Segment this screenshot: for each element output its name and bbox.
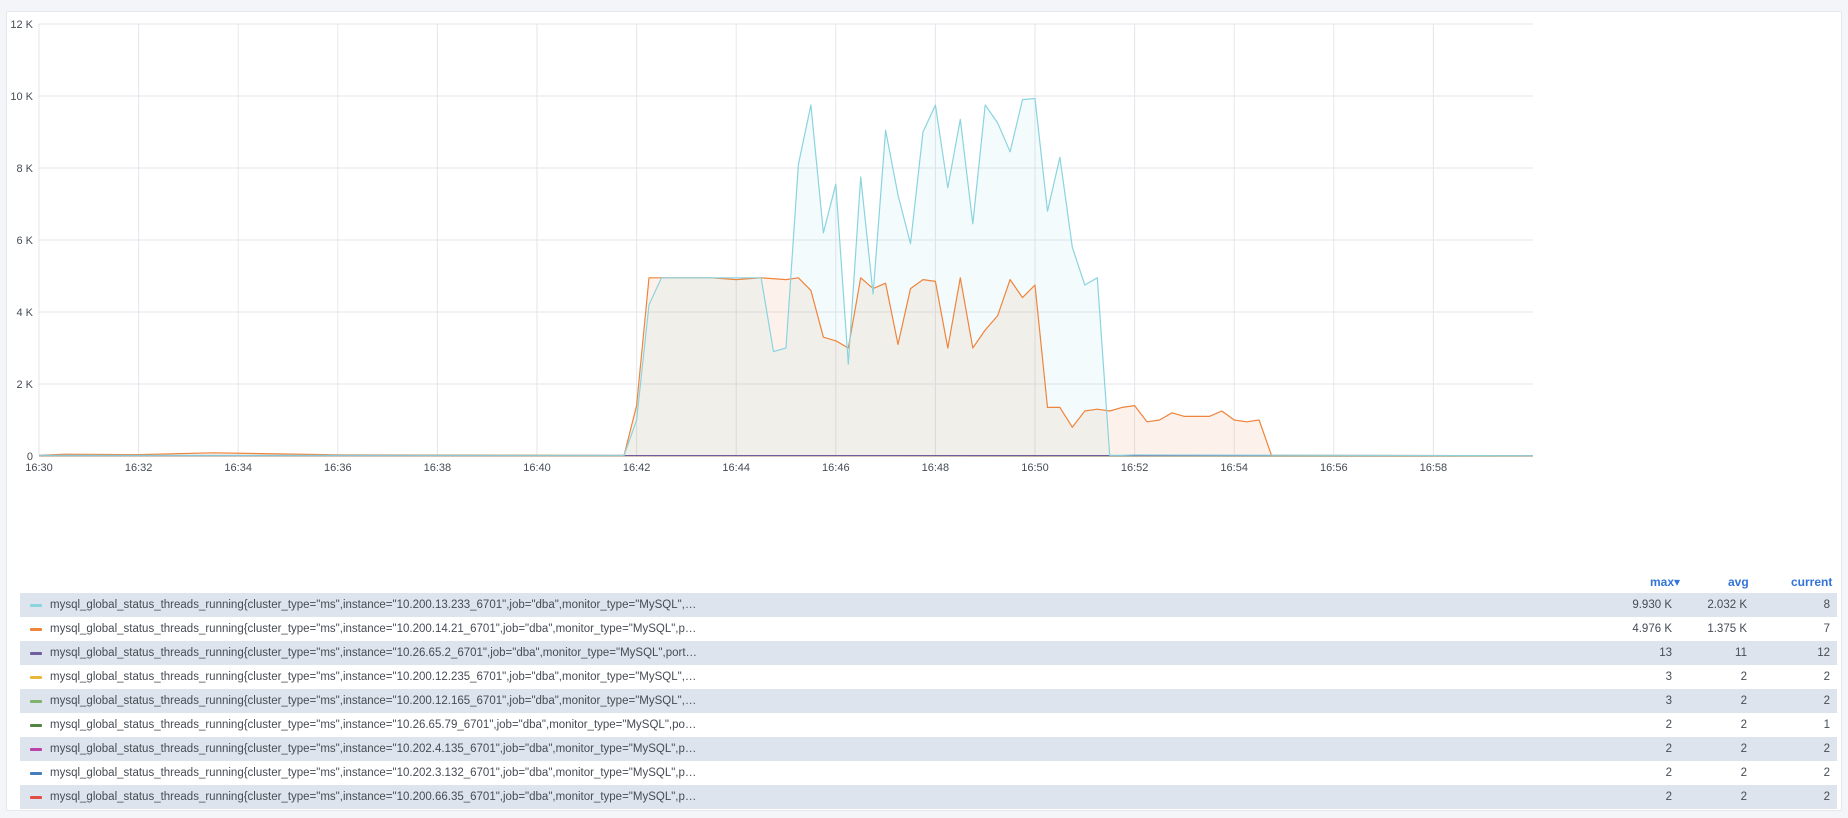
legend-current-value: 7	[1823, 623, 1830, 635]
series-color-swatch[interactable]	[30, 604, 42, 607]
y-tick-label: 2 K	[16, 379, 33, 391]
series-areas	[39, 98, 1533, 456]
legend-header-avg[interactable]: avg	[1728, 575, 1749, 589]
legend-current-value: 1	[1823, 719, 1830, 731]
series-color-swatch[interactable]	[30, 724, 42, 727]
legend-max-value: 2	[1665, 791, 1672, 803]
y-tick-label: 8 K	[16, 163, 33, 175]
x-tick-label: 16:32	[125, 462, 153, 474]
x-tick-label: 16:44	[722, 462, 750, 474]
series-color-swatch[interactable]	[30, 676, 42, 679]
legend-current-value: 2	[1823, 743, 1830, 755]
y-tick-label: 4 K	[16, 307, 33, 319]
legend-series-name[interactable]: mysql_global_status_threads_running{clus…	[50, 737, 700, 761]
legend-current-value: 2	[1823, 791, 1830, 803]
series-color-swatch[interactable]	[30, 628, 42, 631]
legend-series-name[interactable]: mysql_global_status_threads_running{clus…	[50, 617, 700, 641]
x-tick-label: 16:52	[1121, 462, 1149, 474]
legend-max-value: 9.930 K	[1632, 599, 1672, 611]
graph-panel: 02 K4 K6 K8 K 10 K 12 K 16:30 16:32 16:34 16:…	[6, 11, 1842, 811]
x-tick-label: 16:40	[523, 462, 551, 474]
legend-max-value: 2	[1665, 719, 1672, 731]
x-tick-label: 16:36	[324, 462, 352, 474]
legend-row[interactable]: mysql_global_status_threads_running{clus…	[20, 665, 1837, 689]
x-tick-label: 16:50	[1021, 462, 1049, 474]
legend-current-value: 2	[1823, 671, 1830, 683]
legend-row[interactable]: mysql_global_status_threads_running{clus…	[20, 617, 1837, 641]
legend-row[interactable]: mysql_global_status_threads_running{clus…	[20, 641, 1837, 665]
legend-series-name[interactable]: mysql_global_status_threads_running{clus…	[50, 593, 700, 617]
legend-avg-value: 2.032 K	[1707, 599, 1747, 611]
x-tick-label: 16:38	[424, 462, 452, 474]
legend-series-name[interactable]: mysql_global_status_threads_running{clus…	[50, 665, 700, 689]
series-color-swatch[interactable]	[30, 748, 42, 751]
legend-avg-value: 11	[1735, 647, 1747, 659]
legend-avg-value: 2	[1740, 767, 1747, 779]
legend-header-max[interactable]: max▾	[1650, 575, 1680, 589]
legend-row[interactable]: mysql_global_status_threads_running{clus…	[20, 593, 1837, 617]
legend-max-value: 13	[1659, 647, 1672, 659]
y-tick-label: 6 K	[16, 235, 33, 247]
legend-row[interactable]: mysql_global_status_threads_running{clus…	[20, 785, 1837, 809]
series-color-swatch[interactable]	[30, 796, 42, 799]
legend-avg-value: 2	[1740, 695, 1747, 707]
y-axis-ticks: 02 K4 K6 K8 K10 K12 K	[10, 19, 33, 463]
legend-series-name[interactable]: mysql_global_status_threads_running{clus…	[50, 641, 700, 665]
x-tick-label: 16:42	[623, 462, 651, 474]
legend-row[interactable]: mysql_global_status_threads_running{clus…	[20, 713, 1837, 737]
legend-avg-value: 2	[1740, 791, 1747, 803]
legend-row[interactable]: mysql_global_status_threads_running{clus…	[20, 689, 1837, 713]
legend-header-current[interactable]: current	[1791, 575, 1832, 589]
legend-row[interactable]: mysql_global_status_threads_running{clus…	[20, 737, 1837, 761]
x-tick-label: 16:30	[25, 462, 53, 474]
legend-rows: mysql_global_status_threads_running{clus…	[20, 593, 1837, 809]
legend-current-value: 12	[1817, 647, 1830, 659]
legend-header: max▾ avg current	[20, 571, 1837, 593]
series-area-0	[39, 98, 1533, 456]
legend-row[interactable]: mysql_global_status_threads_running{clus…	[20, 761, 1837, 785]
legend-series-name[interactable]: mysql_global_status_threads_running{clus…	[50, 785, 700, 809]
legend-avg-value: 2	[1740, 719, 1747, 731]
legend-avg-value: 1.375 K	[1707, 623, 1747, 635]
legend-current-value: 8	[1823, 599, 1830, 611]
y-tick-label: 12 K	[10, 19, 33, 31]
y-tick-label: 10 K	[10, 91, 33, 103]
x-tick-label: 16:56	[1320, 462, 1348, 474]
legend-max-value: 3	[1665, 671, 1672, 683]
series-color-swatch[interactable]	[30, 772, 42, 775]
x-tick-label: 16:58	[1420, 462, 1448, 474]
legend-max-value: 4.976 K	[1632, 623, 1672, 635]
sort-desc-icon: ▾	[1674, 575, 1681, 589]
legend-table: max▾ avg current mysql_global_status_thr…	[20, 571, 1837, 809]
legend-current-value: 2	[1823, 767, 1830, 779]
series-color-swatch[interactable]	[30, 652, 42, 655]
legend-avg-value: 2	[1740, 743, 1747, 755]
legend-avg-value: 2	[1740, 671, 1747, 683]
threads-running-chart[interactable]: 02 K4 K6 K8 K10 K12 K 16:30 16:32 16:34 16:…	[7, 12, 1843, 567]
series-color-swatch[interactable]	[30, 700, 42, 703]
x-tick-label: 16:54	[1220, 462, 1248, 474]
x-tick-label: 16:46	[822, 462, 850, 474]
legend-max-value: 2	[1665, 743, 1672, 755]
x-axis-ticks: 16:30 16:32 16:34 16:36 16:38 16:40 16:42 16:44…	[25, 462, 1447, 474]
legend-series-name[interactable]: mysql_global_status_threads_running{clus…	[50, 761, 700, 785]
x-tick-label: 16:48	[922, 462, 950, 474]
legend-max-value: 2	[1665, 767, 1672, 779]
legend-series-name[interactable]: mysql_global_status_threads_running{clus…	[50, 713, 700, 737]
legend-series-name[interactable]: mysql_global_status_threads_running{clus…	[50, 689, 700, 713]
legend-max-value: 3	[1665, 695, 1672, 707]
legend-current-value: 2	[1823, 695, 1830, 707]
x-tick-label: 16:34	[224, 462, 252, 474]
